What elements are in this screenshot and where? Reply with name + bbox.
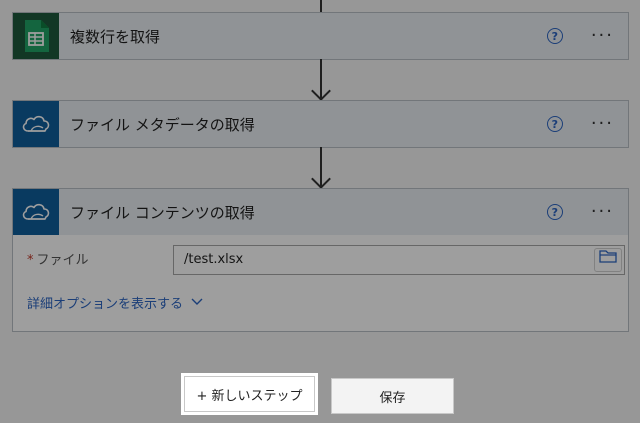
chevron-down-icon (191, 295, 203, 310)
onedrive-cloud-icon (13, 189, 59, 235)
step-card-get-file-metadata[interactable]: ファイル メタデータの取得 ? ··· (12, 100, 629, 148)
step-card-get-file-content[interactable]: ファイル コンテンツの取得 ? ··· * ファイル /test.xlsx 詳細オ… (12, 188, 629, 332)
onedrive-cloud-icon (13, 101, 59, 147)
folder-picker-button[interactable] (594, 248, 622, 272)
more-options-icon[interactable]: ··· (591, 27, 614, 45)
arrowhead-2 (311, 169, 331, 189)
step-title: ファイル メタデータの取得 (70, 115, 255, 134)
new-step-button[interactable]: + 新しいステップ (184, 376, 315, 412)
help-icon[interactable]: ? (546, 204, 563, 220)
required-mark: * (27, 253, 34, 268)
more-options-icon[interactable]: ··· (591, 203, 614, 221)
folder-icon (599, 246, 617, 274)
step-header[interactable]: ファイル コンテンツの取得 ? ··· (13, 189, 628, 235)
file-label-text: ファイル (36, 253, 89, 268)
arrowhead-1 (311, 81, 331, 101)
file-path-input[interactable]: /test.xlsx (173, 245, 625, 275)
step-title: 複数行を取得 (70, 27, 161, 46)
more-options-icon[interactable]: ··· (591, 115, 614, 133)
connector-top (320, 0, 322, 12)
step-title: ファイル コンテンツの取得 (70, 203, 255, 222)
help-icon[interactable]: ? (546, 116, 563, 132)
help-icon[interactable]: ? (546, 28, 563, 44)
file-path-value: /test.xlsx (184, 252, 244, 267)
excel-sheets-icon (13, 13, 59, 59)
step-header[interactable]: 複数行を取得 ? ··· (13, 13, 628, 59)
step-header[interactable]: ファイル メタデータの取得 ? ··· (13, 101, 628, 147)
advanced-options-label: 詳細オプションを表示する (27, 297, 184, 312)
file-field-label: * ファイル (27, 249, 89, 268)
save-button[interactable]: 保存 (331, 378, 454, 414)
show-advanced-options-link[interactable]: 詳細オプションを表示する (27, 293, 203, 312)
step-card-get-rows[interactable]: 複数行を取得 ? ··· (12, 12, 629, 60)
